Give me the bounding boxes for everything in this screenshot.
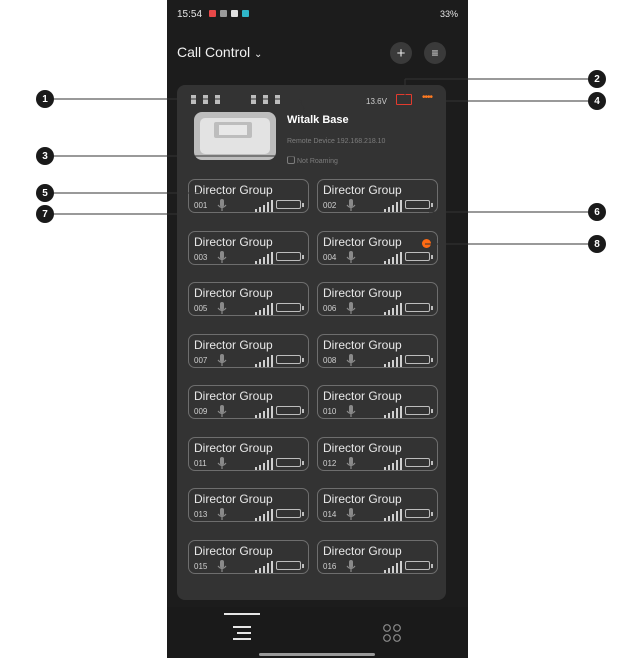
callout-7: 7 (36, 205, 54, 223)
callout-6: 6 (588, 203, 606, 221)
callout-1: 1 (36, 90, 54, 108)
callout-3: 3 (36, 147, 54, 165)
callout-5: 5 (36, 184, 54, 202)
callout-4: 4 (588, 92, 606, 110)
callout-8: 8 (588, 235, 606, 253)
callout-lines (50, 78, 588, 245)
callout-2: 2 (588, 70, 606, 88)
